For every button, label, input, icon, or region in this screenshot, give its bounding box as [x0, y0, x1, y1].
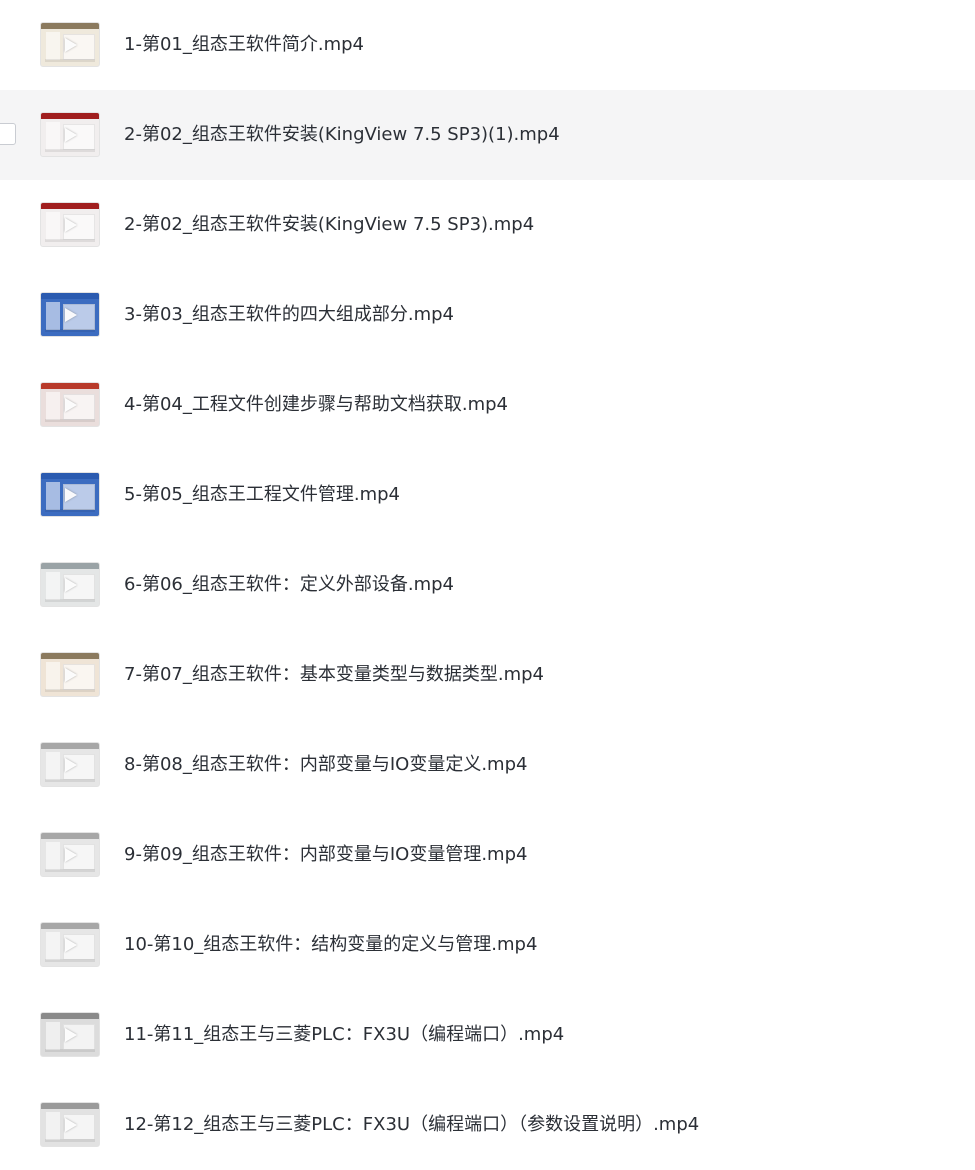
thumbnail-statusbar	[45, 419, 95, 422]
file-row[interactable]: 8-第08_组态王软件：内部变量与IO变量定义.mp4	[0, 720, 975, 810]
thumbnail-statusbar	[45, 239, 95, 242]
play-icon	[65, 38, 77, 52]
thumbnail-titlebar	[41, 383, 99, 389]
thumbnail-panel	[46, 1022, 60, 1050]
video-thumbnail-icon[interactable]	[40, 382, 100, 427]
video-thumbnail-icon[interactable]	[40, 472, 100, 517]
thumbnail-titlebar	[41, 653, 99, 659]
thumbnail-panel	[46, 842, 60, 870]
file-name[interactable]: 2-第02_组态王软件安装(KingView 7.5 SP3).mp4	[124, 212, 534, 238]
play-icon	[65, 848, 77, 862]
file-row[interactable]: 11-第11_组态王与三菱PLC：FX3U（编程端口）.mp4	[0, 990, 975, 1080]
thumbnail-panel	[46, 392, 60, 420]
video-thumbnail-icon[interactable]	[40, 292, 100, 337]
file-row[interactable]: 4-第04_工程文件创建步骤与帮助文档获取.mp4	[0, 360, 975, 450]
thumbnail-titlebar	[41, 743, 99, 749]
file-name[interactable]: 5-第05_组态王工程文件管理.mp4	[124, 482, 400, 508]
file-row[interactable]: 2-第02_组态王软件安装(KingView 7.5 SP3).mp4	[0, 180, 975, 270]
file-name[interactable]: 12-第12_组态王与三菱PLC：FX3U（编程端口）（参数设置说明）.mp4	[124, 1112, 699, 1138]
file-row[interactable]: 5-第05_组态王工程文件管理.mp4	[0, 450, 975, 540]
thumbnail-panel	[46, 932, 60, 960]
thumbnail-statusbar	[45, 869, 95, 872]
thumbnail-statusbar	[45, 1139, 95, 1142]
thumbnail-statusbar	[45, 1049, 95, 1052]
play-icon	[65, 128, 77, 142]
file-name[interactable]: 2-第02_组态王软件安装(KingView 7.5 SP3)(1).mp4	[124, 122, 560, 148]
thumbnail-panel	[46, 122, 60, 150]
play-icon	[65, 488, 77, 502]
file-row[interactable]: 6-第06_组态王软件：定义外部设备.mp4	[0, 540, 975, 630]
thumbnail-panel	[46, 752, 60, 780]
thumbnail-panel	[46, 1112, 60, 1140]
file-list: 1-第01_组态王软件简介.mp4 2-第02_组态王软件安装(KingView …	[0, 0, 975, 1170]
thumbnail-titlebar	[41, 923, 99, 929]
play-icon	[65, 938, 77, 952]
file-row[interactable]: 12-第12_组态王与三菱PLC：FX3U（编程端口）（参数设置说明）.mp4	[0, 1080, 975, 1170]
play-icon	[65, 218, 77, 232]
video-thumbnail-icon[interactable]	[40, 652, 100, 697]
play-icon	[65, 1118, 77, 1132]
file-name[interactable]: 4-第04_工程文件创建步骤与帮助文档获取.mp4	[124, 392, 508, 418]
file-row[interactable]: 10-第10_组态王软件：结构变量的定义与管理.mp4	[0, 900, 975, 990]
thumbnail-statusbar	[45, 329, 95, 332]
thumbnail-panel	[46, 32, 60, 60]
file-name[interactable]: 7-第07_组态王软件：基本变量类型与数据类型.mp4	[124, 662, 544, 688]
thumbnail-statusbar	[45, 149, 95, 152]
thumbnail-statusbar	[45, 959, 95, 962]
thumbnail-statusbar	[45, 509, 95, 512]
video-thumbnail-icon[interactable]	[40, 202, 100, 247]
video-thumbnail-icon[interactable]	[40, 922, 100, 967]
thumbnail-titlebar	[41, 113, 99, 119]
thumbnail-titlebar	[41, 563, 99, 569]
file-row[interactable]: 3-第03_组态王软件的四大组成部分.mp4	[0, 270, 975, 360]
video-thumbnail-icon[interactable]	[40, 112, 100, 157]
video-thumbnail-icon[interactable]	[40, 742, 100, 787]
video-thumbnail-icon[interactable]	[40, 832, 100, 877]
video-thumbnail-icon[interactable]	[40, 1102, 100, 1147]
file-row[interactable]: 1-第01_组态王软件简介.mp4	[0, 0, 975, 90]
play-icon	[65, 758, 77, 772]
file-name[interactable]: 8-第08_组态王软件：内部变量与IO变量定义.mp4	[124, 752, 527, 778]
video-thumbnail-icon[interactable]	[40, 562, 100, 607]
thumbnail-titlebar	[41, 293, 99, 299]
file-row[interactable]: 9-第09_组态王软件：内部变量与IO变量管理.mp4	[0, 810, 975, 900]
thumbnail-titlebar	[41, 1013, 99, 1019]
file-name[interactable]: 6-第06_组态王软件：定义外部设备.mp4	[124, 572, 454, 598]
thumbnail-titlebar	[41, 833, 99, 839]
file-name[interactable]: 11-第11_组态王与三菱PLC：FX3U（编程端口）.mp4	[124, 1022, 564, 1048]
file-row[interactable]: 2-第02_组态王软件安装(KingView 7.5 SP3)(1).mp4	[0, 90, 975, 180]
thumbnail-statusbar	[45, 599, 95, 602]
play-icon	[65, 578, 77, 592]
thumbnail-titlebar	[41, 473, 99, 479]
thumbnail-panel	[46, 212, 60, 240]
file-row[interactable]: 7-第07_组态王软件：基本变量类型与数据类型.mp4	[0, 630, 975, 720]
video-thumbnail-icon[interactable]	[40, 1012, 100, 1057]
row-checkbox[interactable]	[0, 123, 16, 145]
file-name[interactable]: 1-第01_组态王软件简介.mp4	[124, 32, 364, 58]
thumbnail-titlebar	[41, 23, 99, 29]
thumbnail-statusbar	[45, 779, 95, 782]
thumbnail-statusbar	[45, 689, 95, 692]
play-icon	[65, 398, 77, 412]
thumbnail-panel	[46, 662, 60, 690]
thumbnail-titlebar	[41, 203, 99, 209]
thumbnail-panel	[46, 572, 60, 600]
thumbnail-statusbar	[45, 59, 95, 62]
file-name[interactable]: 9-第09_组态王软件：内部变量与IO变量管理.mp4	[124, 842, 527, 868]
thumbnail-panel	[46, 302, 60, 330]
video-thumbnail-icon[interactable]	[40, 22, 100, 67]
file-name[interactable]: 10-第10_组态王软件：结构变量的定义与管理.mp4	[124, 932, 537, 958]
play-icon	[65, 308, 77, 322]
thumbnail-titlebar	[41, 1103, 99, 1109]
thumbnail-panel	[46, 482, 60, 510]
file-name[interactable]: 3-第03_组态王软件的四大组成部分.mp4	[124, 302, 454, 328]
play-icon	[65, 1028, 77, 1042]
play-icon	[65, 668, 77, 682]
